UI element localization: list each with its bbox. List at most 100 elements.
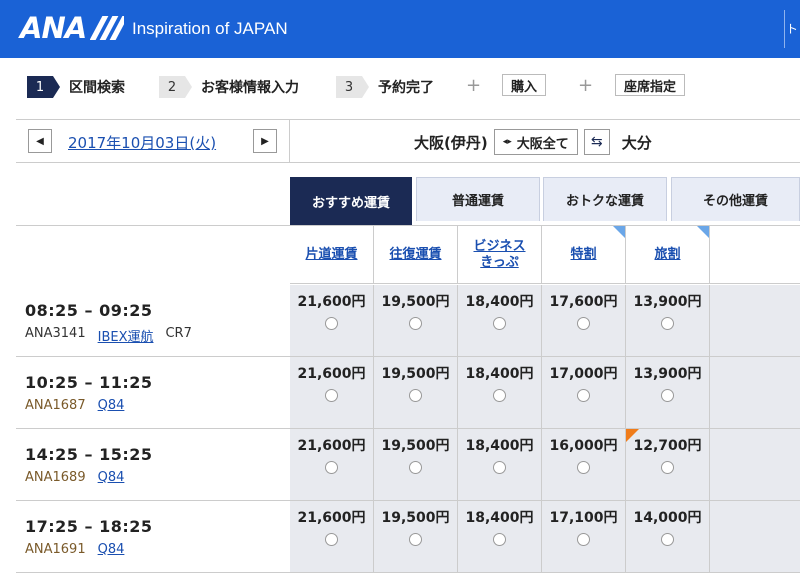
fare-option[interactable]: 19,500円 (374, 285, 458, 356)
origin-area-select[interactable]: ◂▸ 大阪全て (493, 129, 578, 155)
fare-type-roundtrip[interactable]: 往復運賃 (374, 226, 458, 284)
selected-date-link[interactable]: 2017年10月03日(火) (68, 132, 216, 153)
aircraft-link[interactable]: IBEX運航 (98, 326, 154, 345)
fare-option[interactable]: 18,400円 (458, 285, 542, 356)
fare-option[interactable]: 16,000円 (542, 429, 626, 500)
fare-option[interactable]: 14,000円 (626, 501, 710, 572)
aircraft-link[interactable]: Q84 (98, 398, 125, 413)
fare-option[interactable]: 19,500円 (374, 357, 458, 428)
fare-radio[interactable] (409, 461, 422, 474)
fare-radio[interactable] (577, 317, 590, 330)
ana-logo[interactable]: ANA (20, 11, 125, 45)
fare-radio[interactable] (577, 533, 590, 546)
fare-option[interactable]: 21,600円 (290, 501, 374, 572)
fare-radio[interactable] (577, 389, 590, 402)
fare-option[interactable]: 18,400円 (458, 357, 542, 428)
table-row: 17:25 – 18:25 ANA1691 Q84 21,600円 19,500… (16, 501, 800, 573)
fare-radio[interactable] (661, 389, 674, 402)
fare-radio[interactable] (409, 317, 422, 330)
step-complete: 3 予約完了 (336, 75, 434, 99)
fare-radio[interactable] (493, 317, 506, 330)
next-date-button[interactable]: ▶ (253, 129, 277, 153)
step-label: 区間検索 (69, 80, 125, 96)
flight-number: ANA3141 (25, 326, 86, 341)
special-fare-flag-icon (626, 429, 639, 442)
logo-stripes-icon (90, 16, 125, 40)
fare-option[interactable]: 19,500円 (374, 429, 458, 500)
swap-route-button[interactable]: ⇆ (583, 129, 610, 155)
fare-type-tokuwari[interactable]: 特割 (542, 226, 626, 284)
plus-icon: + (578, 75, 594, 96)
tab-recommended[interactable]: おすすめ運賃 (290, 177, 412, 225)
tab-other[interactable]: その他運賃 (671, 177, 800, 221)
flight-number-line: ANA1689 Q84 (25, 470, 124, 485)
fare-price: 19,500円 (381, 366, 450, 382)
fare-option[interactable]: 12,700円 (626, 429, 710, 500)
origin-area-label: 大阪全て (516, 136, 569, 152)
flight-info: 17:25 – 18:25 ANA1691 Q84 (16, 501, 290, 572)
fare-cells: 21,600円 19,500円 18,400円 17,100円 14,000円 (290, 501, 800, 572)
fare-radio[interactable] (325, 461, 338, 474)
fare-price: 19,500円 (381, 510, 450, 526)
step-number: 3 (336, 76, 369, 98)
fare-option[interactable]: 18,400円 (458, 429, 542, 500)
aircraft-link[interactable]: Q84 (98, 470, 125, 485)
flight-time: 14:25 – 15:25 (25, 445, 153, 464)
prev-date-button[interactable]: ◀ (28, 129, 52, 153)
fare-option[interactable]: 17,100円 (542, 501, 626, 572)
table-row: 14:25 – 15:25 ANA1689 Q84 21,600円 19,500… (16, 429, 800, 501)
flight-number: ANA1691 (25, 542, 86, 557)
fare-option[interactable]: 19,500円 (374, 501, 458, 572)
fare-price: 18,400円 (465, 366, 534, 382)
site-header: ANA Inspiration of JAPAN ト (0, 0, 800, 58)
fare-radio[interactable] (493, 461, 506, 474)
fare-option[interactable]: 17,000円 (542, 357, 626, 428)
aircraft-link[interactable]: Q84 (98, 542, 125, 557)
fare-price: 17,100円 (549, 510, 618, 526)
fare-option[interactable]: 21,600円 (290, 357, 374, 428)
tab-discount[interactable]: おトクな運賃 (543, 177, 667, 221)
tab-regular[interactable]: 普通運賃 (416, 177, 540, 221)
fare-option[interactable]: 17,600円 (542, 285, 626, 356)
fare-option[interactable]: 18,400円 (458, 501, 542, 572)
fare-option[interactable]: 13,900円 (626, 285, 710, 356)
fare-radio[interactable] (493, 389, 506, 402)
flight-number-line: ANA1691 Q84 (25, 542, 124, 557)
fare-price: 19,500円 (381, 294, 450, 310)
flight-number: ANA1689 (25, 470, 86, 485)
flight-number: ANA1687 (25, 398, 86, 413)
fare-type-business[interactable]: ビジネス きっぷ (458, 226, 542, 284)
step-label: お客様情報入力 (201, 80, 299, 96)
header-menu-label[interactable]: ト (786, 20, 798, 37)
route-info: 大阪(伊丹) ◂▸ 大阪全て ⇆ 大分 (414, 129, 652, 155)
plus-icon: + (466, 75, 482, 96)
fare-price: 13,900円 (633, 294, 702, 310)
fare-radio[interactable] (661, 317, 674, 330)
fare-price: 12,700円 (633, 438, 702, 454)
fare-option[interactable]: 21,600円 (290, 285, 374, 356)
fare-radio[interactable] (325, 317, 338, 330)
flight-time: 10:25 – 11:25 (25, 373, 153, 392)
fare-radio[interactable] (409, 389, 422, 402)
fare-radio[interactable] (577, 461, 590, 474)
fare-radio[interactable] (325, 533, 338, 546)
fare-price: 21,600円 (297, 510, 366, 526)
fare-radio[interactable] (325, 389, 338, 402)
fare-radio[interactable] (661, 533, 674, 546)
fare-option[interactable]: 13,900円 (626, 357, 710, 428)
fare-radio[interactable] (493, 533, 506, 546)
step-number: 1 (27, 76, 60, 98)
seat-selection-step: 座席指定 (615, 74, 686, 96)
step-customer-info: 2 お客様情報入力 (159, 75, 299, 99)
fare-type-oneway[interactable]: 片道運賃 (290, 226, 374, 284)
fare-price: 21,600円 (297, 438, 366, 454)
fare-price: 17,600円 (549, 294, 618, 310)
fare-option[interactable]: 21,600円 (290, 429, 374, 500)
destination-airport: 大分 (621, 133, 652, 152)
fare-radio[interactable] (661, 461, 674, 474)
fare-radio[interactable] (409, 533, 422, 546)
fare-type-tabiwari[interactable]: 旅割 (626, 226, 710, 284)
fare-price: 18,400円 (465, 510, 534, 526)
step-label: 予約完了 (378, 80, 434, 96)
fare-price: 14,000円 (633, 510, 702, 526)
